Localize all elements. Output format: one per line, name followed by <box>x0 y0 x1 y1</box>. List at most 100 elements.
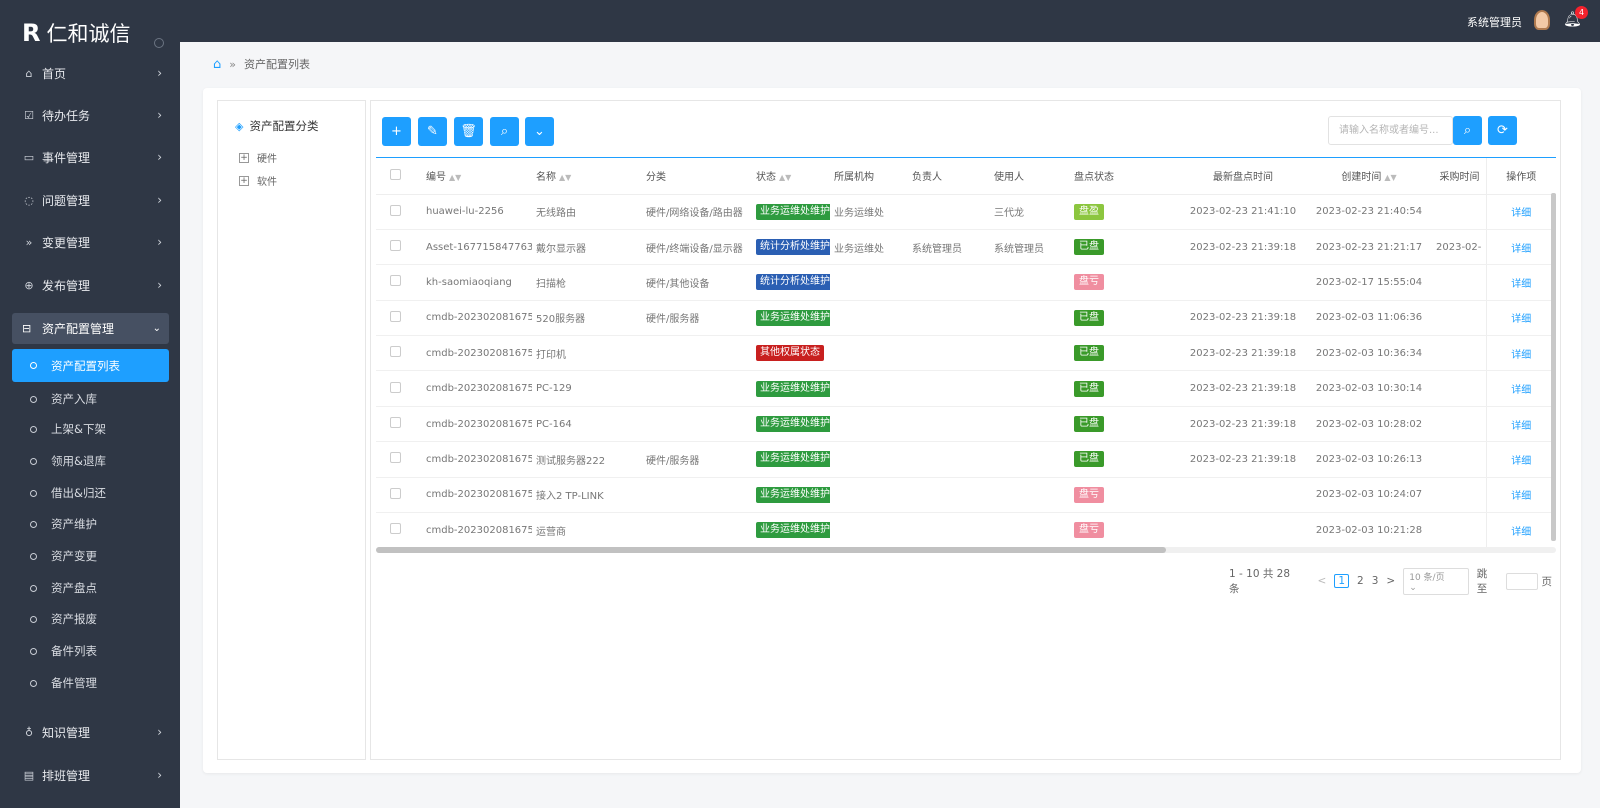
detail-link[interactable]: 详细 <box>1511 279 1531 290</box>
row-select-cell[interactable] <box>376 264 422 301</box>
row-select-cell[interactable] <box>376 441 422 478</box>
sub-item-maintenance[interactable]: 资产维护 <box>12 509 169 539</box>
sub-item-scrap[interactable]: 资产报废 <box>12 604 169 634</box>
detail-link[interactable]: 详细 <box>1511 385 1531 396</box>
search-submit-button[interactable]: ⌕ <box>1453 116 1482 145</box>
tree-node-hardware[interactable]: + 硬件 <box>239 150 277 165</box>
detail-link[interactable]: 详细 <box>1511 350 1531 361</box>
sub-item-spare-manage[interactable]: 备件管理 <box>12 668 169 698</box>
nav-item-home[interactable]: ⌂ 首页 › <box>0 58 180 88</box>
row-checkbox[interactable] <box>390 275 401 287</box>
nav-item-label: 事件管理 <box>42 150 91 165</box>
detail-link[interactable]: 详细 <box>1511 208 1531 219</box>
table-row[interactable]: cmdb-20230208167531...测试服务器222硬件/服务器业务运维… <box>376 441 1556 478</box>
detail-link[interactable]: 详细 <box>1511 527 1531 538</box>
table-row[interactable]: Asset-1677158477632 戴尔显示器 硬件/终端设备/显示器 统计分析处… <box>376 229 1556 266</box>
nav-item-knowledge[interactable]: ♁ 知识管理 › <box>0 717 180 747</box>
row-select-cell[interactable] <box>376 300 422 337</box>
nav-item-change[interactable]: » 变更管理 › <box>0 227 180 257</box>
sub-item-lend-return[interactable]: 借出&归还 <box>12 478 169 508</box>
sort-icon[interactable]: ▲▼ <box>449 173 461 182</box>
page-1-button[interactable]: 1 <box>1334 574 1350 588</box>
prev-page-button[interactable]: < <box>1318 575 1327 587</box>
page-3-button[interactable]: 3 <box>1372 575 1379 587</box>
expand-plus-icon[interactable]: + <box>239 152 249 163</box>
column-header-name[interactable]: 名称 ▲▼ <box>532 158 642 195</box>
table-row[interactable]: cmdb-20230208167531...运营商 业务运维处维护 盘亏 2023-0… <box>376 512 1556 547</box>
detail-link[interactable]: 详细 <box>1511 244 1531 255</box>
nav-item-schedule[interactable]: ▤ 排班管理 › <box>0 760 180 790</box>
delete-button[interactable]: 🗑 <box>454 117 483 146</box>
sub-item-asset-config-list[interactable]: 资产配置列表 <box>12 349 169 382</box>
sort-icon[interactable]: ▲▼ <box>779 173 791 182</box>
row-checkbox[interactable] <box>390 417 401 429</box>
sub-item-rack[interactable]: 上架&下架 <box>12 414 169 444</box>
row-checkbox[interactable] <box>390 240 401 252</box>
nav-group-asset-config[interactable]: ⊟ 资产配置管理 ⌄ <box>12 313 169 344</box>
vertical-scrollbar[interactable] <box>1551 193 1556 541</box>
checklist-icon: ☑ <box>24 108 34 122</box>
nav-item-todo[interactable]: ☑ 待办任务 › <box>0 100 180 130</box>
more-dropdown-button[interactable]: ⌄ <box>525 117 554 146</box>
nav-item-problem[interactable]: ◌ 问题管理 › <box>0 185 180 215</box>
table-row[interactable]: huawei-lu-2256 无线路由 硬件/网络设备/路由器 业务运维处维护 业务运维… <box>376 194 1556 230</box>
expand-plus-icon[interactable]: + <box>239 175 249 186</box>
page-2-button[interactable]: 2 <box>1357 575 1364 587</box>
sort-icon[interactable]: ▲▼ <box>559 173 571 182</box>
row-select-cell[interactable] <box>376 335 422 372</box>
row-checkbox[interactable] <box>390 346 401 358</box>
tree-node-software[interactable]: + 软件 <box>239 173 277 188</box>
sub-item-receive-return[interactable]: 领用&退库 <box>12 446 169 476</box>
row-select-cell[interactable] <box>376 229 422 266</box>
row-checkbox[interactable] <box>390 381 401 393</box>
row-checkbox[interactable] <box>390 204 401 216</box>
row-select-cell[interactable] <box>376 512 422 547</box>
column-header-created[interactable]: 创建时间 ▲▼ <box>1302 158 1432 195</box>
nav-item-incident[interactable]: ▭ 事件管理 › <box>0 142 180 172</box>
row-checkbox[interactable] <box>390 452 401 464</box>
table-row[interactable]: cmdb-20230208167531...PC-164 业务运维处维护 已盘 202… <box>376 406 1556 443</box>
row-checkbox[interactable] <box>390 523 401 535</box>
avatar[interactable] <box>1534 10 1550 30</box>
column-header-status[interactable]: 状态 ▲▼ <box>752 158 830 195</box>
search-button[interactable]: ⌕ <box>490 117 519 146</box>
search-input[interactable] <box>1328 116 1453 145</box>
sub-item-spare-list[interactable]: 备件列表 <box>12 636 169 666</box>
sub-item-asset-inbound[interactable]: 资产入库 <box>12 384 169 414</box>
sort-icon[interactable]: ▲▼ <box>1384 173 1396 182</box>
scrollbar-thumb[interactable] <box>376 547 1166 553</box>
detail-link[interactable]: 详细 <box>1511 314 1531 325</box>
collapse-toggle-icon[interactable] <box>154 38 164 48</box>
next-page-button[interactable]: > <box>1386 575 1395 587</box>
row-checkbox[interactable] <box>390 487 401 499</box>
nav-item-release[interactable]: ⊕ 发布管理 › <box>0 270 180 300</box>
detail-link[interactable]: 详细 <box>1511 456 1531 467</box>
row-select-cell[interactable] <box>376 406 422 443</box>
table-row[interactable]: kh-saomiaoqiang 扫描枪 硬件/其他设备 统计分析处维护 盘亏 2023-0… <box>376 264 1556 301</box>
user-name[interactable]: 系统管理员 <box>1467 14 1522 30</box>
sub-item-inventory[interactable]: 资产盘点 <box>12 573 169 603</box>
row-select-cell[interactable] <box>376 370 422 407</box>
add-button[interactable]: + <box>382 117 411 146</box>
select-all-cell[interactable] <box>376 158 422 195</box>
detail-link[interactable]: 详细 <box>1511 491 1531 502</box>
select-all-checkbox[interactable] <box>390 168 401 180</box>
edit-button[interactable]: ✎ <box>418 117 447 146</box>
jump-page-input[interactable] <box>1505 572 1538 590</box>
refresh-button[interactable]: ⟳ <box>1488 116 1517 145</box>
asset-table: 编号 ▲▼ 名称 ▲▼ 分类 状态 ▲▼ 所属机构 负责人 使用人 盘点状态 最新盘点… <box>376 157 1556 547</box>
table-row[interactable]: cmdb-20230208167531...520服务器硬件/服务器业务运维处维… <box>376 300 1556 337</box>
page-size-select[interactable]: 10 条/页 ⌄ <box>1403 567 1469 595</box>
row-select-cell[interactable] <box>376 194 422 230</box>
row-checkbox[interactable] <box>390 310 401 322</box>
horizontal-scrollbar[interactable] <box>376 547 1556 553</box>
table-row[interactable]: cmdb-20230208167531...打印机 其他权属状态 已盘 2023-02… <box>376 335 1556 372</box>
column-header-id[interactable]: 编号 ▲▼ <box>422 158 532 195</box>
sub-item-change[interactable]: 资产变更 <box>12 541 169 571</box>
row-select-cell[interactable] <box>376 477 422 514</box>
home-icon[interactable]: ⌂ <box>213 57 221 72</box>
table-row[interactable]: cmdb-20230208167531...PC-129 业务运维处维护 已盘 202… <box>376 370 1556 407</box>
table-row[interactable]: cmdb-20230208167531...接入2 TP-LINK 业务运维处维护… <box>376 477 1556 514</box>
detail-link[interactable]: 详细 <box>1511 421 1531 432</box>
status-badge: 业务运维处维护 <box>756 380 830 397</box>
